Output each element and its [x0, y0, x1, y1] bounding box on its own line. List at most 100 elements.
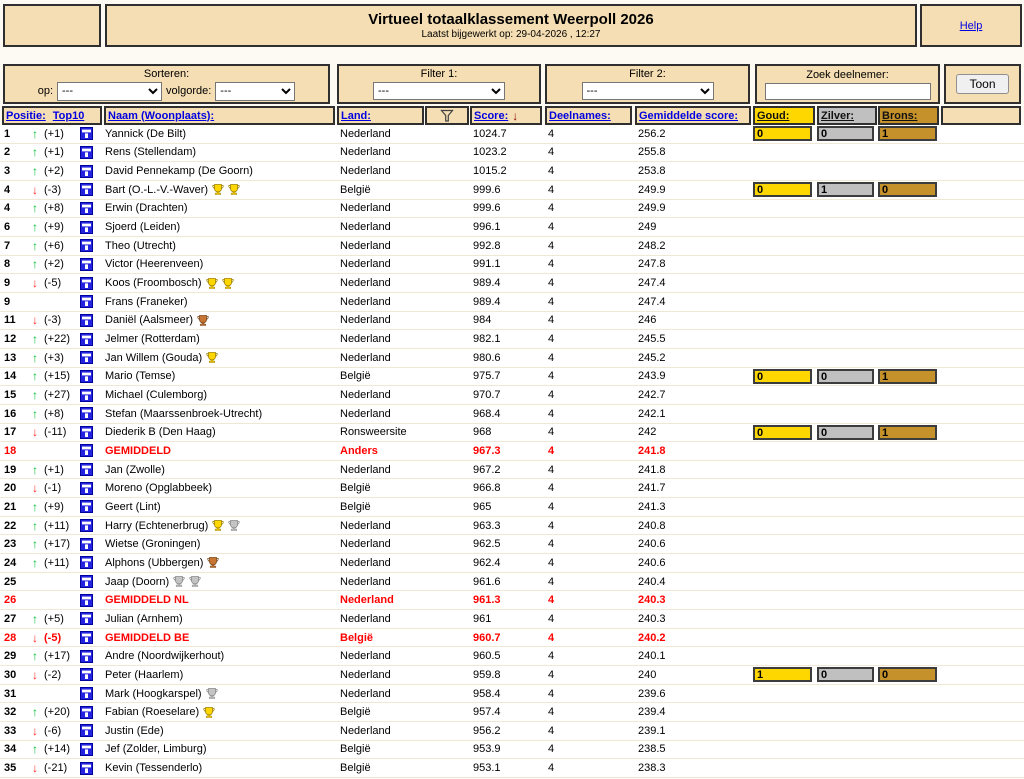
average-score: 245.5 — [635, 333, 753, 345]
stats-chart-icon[interactable] — [80, 538, 93, 551]
col-positie-link[interactable]: Positie: — [6, 110, 46, 122]
trophy-bronze-icon — [207, 557, 219, 568]
position-change: ↑(+9) — [30, 220, 80, 234]
silver-count-box: 0 — [817, 667, 874, 682]
stats-chart-icon[interactable] — [80, 575, 93, 588]
search-input[interactable] — [765, 83, 931, 100]
stats-chart-icon[interactable] — [80, 724, 93, 737]
stats-chart-icon[interactable] — [80, 165, 93, 178]
position: 20 — [0, 482, 30, 494]
rank-up-arrow-icon: ↑ — [32, 201, 43, 215]
stats-chart-icon[interactable] — [80, 221, 93, 234]
stats-chart-icon[interactable] — [80, 370, 93, 383]
stats-chart-icon[interactable] — [80, 351, 93, 364]
last-updated-text: Laatst bijgewerkt op: 29-04-2026 , 12:27 — [421, 29, 600, 40]
stats-chart-icon[interactable] — [80, 631, 93, 644]
rank-up-arrow-icon: ↑ — [32, 145, 43, 159]
col-goud-link[interactable]: Goud: — [757, 110, 789, 122]
stats-chart-icon[interactable] — [80, 650, 93, 663]
col-naam-link[interactable]: Naam (Woonplaats): — [108, 110, 214, 122]
col-score-link[interactable]: Score: — [474, 110, 508, 122]
sort-by-select[interactable]: --- — [57, 82, 162, 101]
filter2-select[interactable]: --- — [582, 82, 714, 100]
position-change: ↓(-3) — [30, 313, 80, 327]
stats-chart-icon[interactable] — [80, 295, 93, 308]
bronze-count-box: 1 — [878, 425, 937, 440]
col-deelnames: Deelnames: — [545, 106, 632, 125]
stats-chart-icon[interactable] — [80, 426, 93, 439]
position: 1 — [0, 128, 30, 140]
country: Nederland — [337, 165, 470, 177]
col-land-link[interactable]: Land: — [341, 110, 371, 122]
position-change: ↓(-2) — [30, 668, 80, 682]
stats-chart-icon[interactable] — [80, 482, 93, 495]
table-row: 29↑(+17)Andre (Noordwijkerhout)Nederland… — [0, 647, 1024, 666]
table-row: 35↓(-21)Kevin (Tessenderlo)België953.142… — [0, 759, 1024, 778]
average-score: 249.9 — [635, 184, 753, 196]
position-change: ↓(-5) — [30, 276, 80, 290]
stats-chart-icon[interactable] — [80, 183, 93, 196]
position: 12 — [0, 333, 30, 345]
participant-name: GEMIDDELD BE — [102, 632, 337, 644]
filter-funnel-icon[interactable] — [440, 109, 454, 123]
rank-up-arrow-icon: ↑ — [32, 239, 43, 253]
table-row: 22↑(+11)Harry (Echtenerbrug)Nederland963… — [0, 517, 1024, 536]
col-gemiddelde-link[interactable]: Gemiddelde score: — [639, 110, 738, 122]
average-score: 245.2 — [635, 352, 753, 364]
controls-bar: Sorteren: op: --- volgorde: --- Filter 1… — [0, 64, 1024, 104]
table-row: 19↑(+1)Jan (Zwolle)Nederland967.24241.8 — [0, 461, 1024, 480]
participant-name: Jan Willem (Gouda) — [102, 352, 337, 364]
rank-change: (+22) — [44, 333, 70, 345]
col-top10-link[interactable]: Top10 — [53, 110, 85, 122]
stats-chart-icon[interactable] — [80, 277, 93, 290]
position: 25 — [0, 576, 30, 588]
average-score: 241.7 — [635, 482, 753, 494]
stats-chart-icon[interactable] — [80, 668, 93, 681]
sort-order-select[interactable]: --- — [215, 82, 295, 101]
stats-chart-icon[interactable] — [80, 407, 93, 420]
stats-chart-icon[interactable] — [80, 612, 93, 625]
filter1-label: Filter 1: — [421, 68, 458, 80]
stats-chart-icon[interactable] — [80, 594, 93, 607]
stats-chart-icon[interactable] — [80, 519, 93, 532]
filter1-select[interactable]: --- — [373, 82, 505, 100]
stats-chart-icon[interactable] — [80, 463, 93, 476]
sort-panel-label: Sorteren: — [144, 68, 189, 80]
average-score: 240.2 — [635, 632, 753, 644]
stats-chart-icon[interactable] — [80, 500, 93, 513]
col-zilver-link[interactable]: Zilver: — [821, 110, 854, 122]
country: België — [337, 706, 470, 718]
deelnames-count: 4 — [545, 464, 635, 476]
show-button[interactable]: Toon — [956, 74, 1008, 94]
average-score: 246 — [635, 314, 753, 326]
col-brons-link[interactable]: Brons: — [882, 110, 917, 122]
stats-chart-icon[interactable] — [80, 556, 93, 569]
header-help-box: Help — [920, 4, 1022, 47]
country: België — [337, 184, 470, 196]
average-score: 243.9 — [635, 370, 753, 382]
stats-chart-icon[interactable] — [80, 202, 93, 215]
stats-chart-icon[interactable] — [80, 444, 93, 457]
stats-chart-icon[interactable] — [80, 239, 93, 252]
country: Nederland — [337, 408, 470, 420]
position: 2 — [0, 146, 30, 158]
trophy-silver-icon — [228, 520, 240, 531]
stats-chart-icon[interactable] — [80, 333, 93, 346]
stats-chart-icon[interactable] — [80, 687, 93, 700]
stats-chart-icon[interactable] — [80, 706, 93, 719]
stats-chart-icon[interactable] — [80, 258, 93, 271]
country: Nederland — [337, 333, 470, 345]
stats-chart-icon[interactable] — [80, 389, 93, 402]
stats-chart-icon[interactable] — [80, 127, 93, 140]
col-positie-top10: Positie: Top10 — [2, 106, 102, 125]
stats-chart-icon[interactable] — [80, 743, 93, 756]
silver-count-box: 1 — [817, 182, 874, 197]
average-score: 242 — [635, 426, 753, 438]
average-score: 249.9 — [635, 202, 753, 214]
stats-chart-icon[interactable] — [80, 314, 93, 327]
stats-chart-icon[interactable] — [80, 146, 93, 159]
help-link[interactable]: Help — [960, 20, 983, 32]
stats-chart-icon[interactable] — [80, 762, 93, 775]
average-score: 242.7 — [635, 389, 753, 401]
col-deelnames-link[interactable]: Deelnames: — [549, 110, 611, 122]
